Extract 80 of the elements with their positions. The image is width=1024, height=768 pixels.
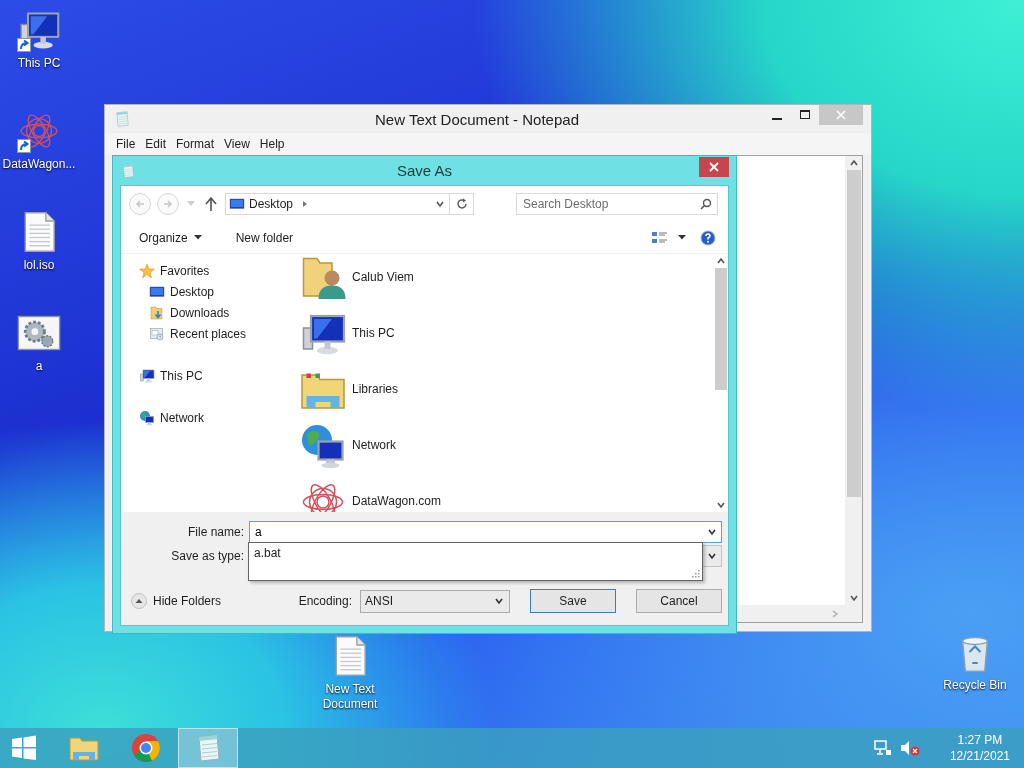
dialog-title: Save As	[397, 162, 453, 179]
suggestion-item[interactable]: a.bat	[254, 546, 697, 560]
globe-computer-icon	[299, 422, 347, 470]
field-label: Encoding:	[298, 594, 352, 608]
tree-item[interactable]: Downloads	[170, 305, 230, 320]
file-list-item[interactable]: Calub Viem	[299, 254, 713, 310]
recent-places-icon	[149, 325, 165, 342]
muted-speaker-icon[interactable]	[899, 740, 920, 756]
close-button[interactable]	[699, 157, 729, 177]
dropdown-chevron-icon[interactable]	[707, 551, 717, 561]
maximize-icon	[800, 110, 810, 120]
file-list-item[interactable]: Network	[299, 422, 713, 478]
tree-item[interactable]: Favorites	[160, 263, 210, 278]
dialog-button[interactable]: Cancel	[636, 589, 722, 613]
collapse-icon	[131, 593, 147, 609]
scroll-down-icon[interactable]	[715, 500, 726, 510]
download-folder-icon	[149, 304, 165, 321]
details-view-icon	[652, 230, 668, 245]
tree-item[interactable]: Recent places	[170, 326, 247, 341]
help-icon	[700, 229, 716, 246]
monitor-icon	[149, 283, 165, 300]
scroll-up-icon[interactable]	[848, 158, 859, 168]
address-text: Desktop	[249, 197, 294, 211]
caret-icon	[193, 235, 202, 240]
up-arrow-icon	[205, 197, 217, 211]
help-button[interactable]	[698, 229, 718, 246]
dropdown-chevron-icon[interactable]	[435, 199, 445, 209]
network-icon[interactable]	[873, 740, 892, 756]
caret-icon	[187, 201, 195, 207]
scrollbar[interactable]	[845, 156, 862, 605]
menu-item[interactable]: View	[219, 135, 255, 153]
field-label: File name:	[186, 525, 244, 539]
desktop-icon-label[interactable]: lol.iso	[23, 258, 55, 273]
file-list-item[interactable]: This PC	[299, 310, 713, 366]
globe-computer-icon	[139, 409, 155, 426]
view-options-button[interactable]	[650, 230, 688, 245]
scroll-down-icon[interactable]	[848, 593, 859, 603]
file-list-item[interactable]: Libraries	[299, 366, 713, 422]
browser-icon	[130, 732, 162, 764]
desktop-icon-label[interactable]: This PC	[17, 56, 61, 71]
close-icon	[836, 110, 846, 120]
tree-item[interactable]: Network	[160, 410, 204, 425]
address-bar[interactable]: Desktop	[225, 193, 474, 215]
scroll-up-icon[interactable]	[715, 256, 726, 266]
monitor-icon	[229, 196, 245, 212]
close-icon	[709, 162, 719, 172]
menu-item[interactable]: File	[111, 135, 141, 153]
minimize-icon	[772, 117, 782, 120]
file-name-field[interactable]: a	[249, 521, 722, 543]
back-arrow-icon	[135, 199, 145, 209]
dropdown-chevron-icon[interactable]	[707, 527, 717, 537]
field-label: Save as type:	[170, 549, 244, 563]
menu-item[interactable]: Edit	[140, 135, 172, 153]
caret-icon	[678, 235, 686, 240]
search-field[interactable]: Search Desktop	[516, 193, 718, 215]
up-button[interactable]	[203, 197, 219, 211]
refresh-icon	[455, 198, 468, 210]
desktop-icon-label[interactable]: a	[35, 359, 43, 374]
forward-arrow-icon	[163, 199, 173, 209]
windows-logo-icon	[11, 735, 37, 761]
tree-item[interactable]: Desktop	[170, 284, 215, 299]
desktop-icon-label[interactable]: DataWagon...	[2, 157, 76, 172]
resize-grip-icon[interactable]	[691, 569, 700, 578]
window-title: New Text Document - Notepad	[375, 110, 579, 128]
menu-item[interactable]: Help	[254, 135, 290, 153]
tree-item[interactable]: This PC	[160, 368, 203, 383]
file-list-item[interactable]: DataWagon.com	[299, 478, 713, 512]
dropdown-chevron-icon[interactable]	[494, 596, 504, 606]
toolbar-button[interactable]: New folder	[233, 228, 296, 247]
dialog-button[interactable]: Save	[530, 589, 616, 613]
search-icon	[700, 198, 712, 210]
scrollbar[interactable]	[713, 254, 728, 512]
toolbar-button[interactable]: Organize	[137, 228, 204, 247]
encoding-select[interactable]: ANSI	[360, 589, 510, 613]
notepad-icon	[120, 162, 136, 179]
notepad-icon	[113, 110, 131, 128]
star-icon	[139, 262, 155, 279]
menu-item[interactable]: Format	[171, 135, 220, 153]
computer-icon	[139, 367, 155, 384]
hide-folders-button[interactable]: Hide Folders	[131, 593, 222, 609]
